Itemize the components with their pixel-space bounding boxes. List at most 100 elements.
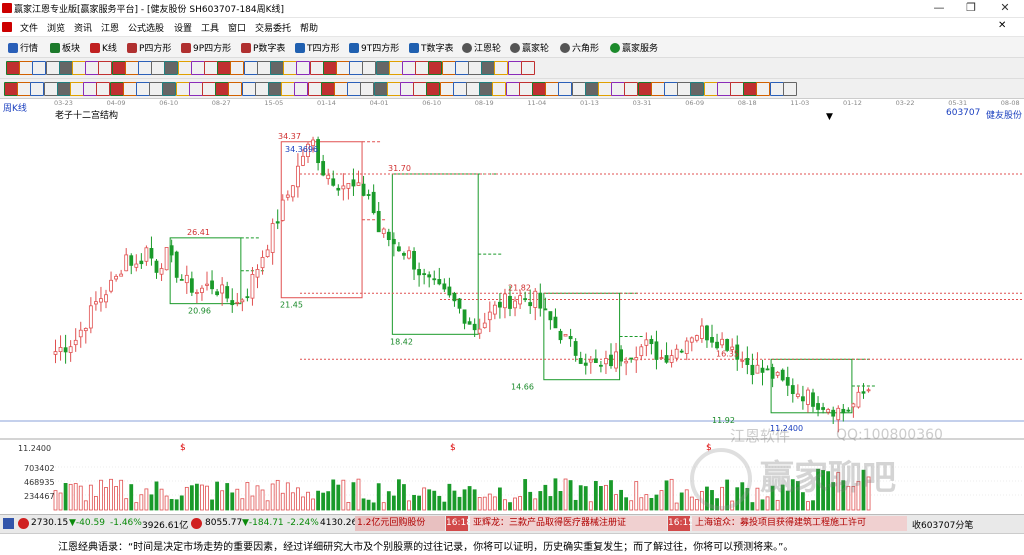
toolbar-tool-icon[interactable]: [6, 61, 20, 75]
toolbar-tool-icon[interactable]: [256, 61, 271, 75]
status-right[interactable]: 收603707分笔: [912, 518, 973, 531]
toolbar-tool-icon[interactable]: [111, 61, 126, 75]
nav-gann-wheel[interactable]: 江恩轮: [462, 41, 501, 54]
toolbar-tool-icon[interactable]: [481, 61, 496, 75]
toolbar-tool-icon[interactable]: [177, 61, 192, 75]
toolbar-tool-icon[interactable]: [83, 82, 98, 96]
toolbar-tool-icon[interactable]: [492, 82, 507, 96]
toolbar-tool-icon[interactable]: [98, 61, 113, 75]
toolbar-tool-icon[interactable]: [190, 61, 205, 75]
toolbar-tool-icon[interactable]: [468, 61, 482, 75]
toolbar-tool-icon[interactable]: [388, 61, 403, 75]
toolbar-tool-icon[interactable]: [769, 82, 784, 96]
toolbar-tool-icon[interactable]: [426, 82, 441, 96]
menu-window[interactable]: 窗口: [228, 21, 246, 34]
toolbar-tool-icon[interactable]: [175, 82, 190, 96]
toolbar-tool-icon[interactable]: [85, 61, 100, 75]
nav-winner-wheel[interactable]: 赢家轮: [510, 41, 549, 54]
menu-browse[interactable]: 浏览: [47, 21, 65, 34]
toolbar-tool-icon[interactable]: [217, 61, 232, 75]
toolbar-tool-icon[interactable]: [281, 82, 296, 96]
toolbar-tool-icon[interactable]: [347, 82, 362, 96]
toolbar-tool-icon[interactable]: [571, 82, 586, 96]
close-window-button[interactable]: ✕: [990, 0, 1020, 16]
toolbar-tool-icon[interactable]: [336, 61, 350, 75]
toolbar-tool-icon[interactable]: [309, 61, 324, 75]
toolbar-tool-icon[interactable]: [716, 82, 731, 96]
minimize-button[interactable]: —: [924, 0, 954, 16]
toolbar-tool-icon[interactable]: [413, 82, 428, 96]
toolbar-tool-icon[interactable]: [466, 82, 480, 96]
toolbar-tool-icon[interactable]: [349, 61, 364, 75]
toolbar-tool-icon[interactable]: [30, 82, 45, 96]
toolbar-tool-icon[interactable]: [505, 82, 520, 96]
news-ticker[interactable]: 1.2亿元回购股份: [355, 516, 445, 531]
nav-kline[interactable]: K线: [90, 41, 117, 54]
toolbar-tool-icon[interactable]: [373, 82, 388, 96]
toolbar-tool-icon[interactable]: [400, 82, 414, 96]
toolbar-tool-icon[interactable]: [294, 82, 309, 96]
nav-hexagon[interactable]: 六角形: [560, 41, 599, 54]
toolbar-tool-icon[interactable]: [230, 61, 245, 75]
toolbar-tool-icon[interactable]: [228, 82, 243, 96]
menu-formula-select[interactable]: 公式选股: [128, 21, 164, 34]
toolbar-tool-icon[interactable]: [202, 82, 216, 96]
toolbar-tool-icon[interactable]: [322, 61, 337, 75]
toolbar-tool-icon[interactable]: [637, 82, 652, 96]
toolbar-tool-icon[interactable]: [58, 61, 73, 75]
toolbar-tool-icon[interactable]: [518, 82, 533, 96]
nav-t-table[interactable]: T数字表: [409, 41, 454, 54]
toolbar-tool-icon[interactable]: [402, 61, 416, 75]
toolbar-tool-icon[interactable]: [243, 61, 258, 75]
menu-trade[interactable]: 交易委托: [255, 21, 291, 34]
toolbar-tool-icon[interactable]: [507, 61, 522, 75]
toolbar-tool-icon[interactable]: [17, 82, 32, 96]
menu-gann[interactable]: 江恩: [101, 21, 119, 34]
maximize-button[interactable]: ❐: [956, 0, 986, 16]
menu-file[interactable]: 文件: [20, 21, 38, 34]
toolbar-tool-icon[interactable]: [151, 61, 166, 75]
toolbar-tool-icon[interactable]: [32, 61, 47, 75]
toolbar-tool-icon[interactable]: [334, 82, 348, 96]
toolbar-tool-icon[interactable]: [545, 82, 560, 96]
toolbar-tool-icon[interactable]: [664, 82, 678, 96]
toolbar-tool-icon[interactable]: [270, 61, 284, 75]
toolbar-tool-icon[interactable]: [439, 82, 454, 96]
menu-info[interactable]: 资讯: [74, 21, 92, 34]
toolbar-tool-icon[interactable]: [479, 82, 494, 96]
nav-t-square[interactable]: T四方形: [295, 41, 340, 54]
toolbar-tool-icon[interactable]: [756, 82, 771, 96]
toolbar-tool-icon[interactable]: [45, 61, 60, 75]
menu-help[interactable]: 帮助: [300, 21, 318, 34]
nav-quotes[interactable]: 行情: [8, 41, 38, 54]
toolbar-tool-icon[interactable]: [109, 82, 124, 96]
toolbar-tool-icon[interactable]: [650, 82, 665, 96]
nav-winner-service[interactable]: 赢家服务: [610, 41, 658, 54]
toolbar-tool-icon[interactable]: [584, 82, 599, 96]
toolbar-tool-icon[interactable]: [19, 61, 34, 75]
kline-chart[interactable]: 03-23 04-09 06-10 08-27 15-05 01-14 04-01 06-10…: [0, 98, 1024, 514]
toolbar-tool-icon[interactable]: [241, 82, 256, 96]
toolbar-tool-icon[interactable]: [204, 61, 218, 75]
toolbar-tool-icon[interactable]: [307, 82, 322, 96]
nav-9t-square[interactable]: 9T四方形: [349, 41, 399, 54]
toolbar-tool-icon[interactable]: [136, 82, 150, 96]
toolbar-tool-icon[interactable]: [124, 61, 139, 75]
toolbar-tool-icon[interactable]: [43, 82, 58, 96]
toolbar-tool-icon[interactable]: [70, 82, 84, 96]
menu-tools[interactable]: 工具: [201, 21, 219, 34]
toolbar-tool-icon[interactable]: [122, 82, 137, 96]
toolbar-tool-icon[interactable]: [598, 82, 612, 96]
toolbar-tool-icon[interactable]: [162, 82, 177, 96]
toolbar-tool-icon[interactable]: [624, 82, 639, 96]
toolbar-tool-icon[interactable]: [558, 82, 573, 96]
toolbar-tool-icon[interactable]: [532, 82, 546, 96]
toolbar-tool-icon[interactable]: [296, 61, 311, 75]
nav-p-table[interactable]: P数字表: [241, 41, 285, 54]
toolbar-tool-icon[interactable]: [360, 82, 375, 96]
news-headline[interactable]: 亚辉龙：三款产品取得医疗器械注册证: [470, 516, 667, 531]
toolbar-tool-icon[interactable]: [428, 61, 443, 75]
toolbar-tool-icon[interactable]: [743, 82, 758, 96]
toolbar-tool-icon[interactable]: [138, 61, 152, 75]
toolbar-tool-icon[interactable]: [56, 82, 71, 96]
